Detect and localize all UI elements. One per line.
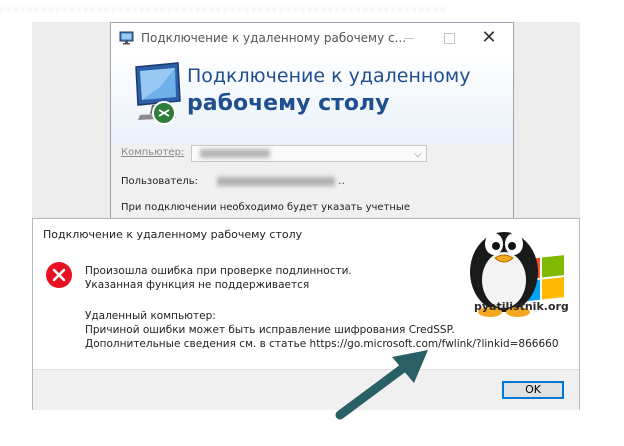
remote-desktop-icon: [119, 31, 134, 45]
credentials-note: При подключении необходимо будет указать…: [121, 202, 410, 213]
maximize-button[interactable]: [429, 23, 469, 53]
cause-line: Причиной ошибки может быть исправление ш…: [85, 324, 455, 336]
error-line-1: Произошла ошибка при проверке подлинност…: [85, 265, 352, 277]
banner-line1: Подключение к удаленному: [187, 65, 471, 87]
close-button[interactable]: ✕: [469, 23, 509, 53]
computer-combobox[interactable]: ⌵: [191, 145, 427, 162]
minimize-icon: [404, 37, 414, 39]
computer-label: Компьютер:: [121, 147, 185, 158]
blurred-background-text: . . . . . . . . . . . . . . . . . . . . …: [0, 0, 445, 13]
dialog-footer: OK: [33, 369, 579, 410]
close-icon: ✕: [481, 27, 497, 48]
computer-value-blurred: [200, 149, 270, 158]
logo-text: pyatilistnik.org: [474, 300, 569, 313]
error-dialog-title: Подключение к удаленному рабочему столу: [43, 228, 303, 241]
remote-computer-line: Удаленный компьютер:: [85, 310, 216, 322]
details-link-line: Дополнительные сведения см. в статье htt…: [85, 338, 559, 350]
user-value-suffix: ..: [338, 174, 345, 187]
pointer-arrow-icon: [335, 350, 428, 420]
rdp-window-title: Подключение к удаленному рабочему с...: [141, 31, 407, 45]
chevron-down-icon: ⌵: [413, 147, 422, 160]
ok-button[interactable]: OK: [502, 381, 564, 399]
error-line-2: Указанная функция не поддерживается: [85, 279, 310, 291]
maximize-icon: [443, 32, 455, 44]
rdp-banner: Подключение к удаленному рабочему столу: [111, 53, 513, 145]
minimize-button[interactable]: [389, 23, 429, 53]
remote-desktop-monitor-icon: [135, 62, 181, 125]
error-x-icon: [46, 262, 72, 288]
banner-line2: рабочему столу: [187, 91, 390, 116]
rdp-titlebar: Подключение к удаленному рабочему с... ✕: [111, 23, 513, 53]
rdp-client-window: Подключение к удаленному рабочему с... ✕…: [110, 22, 514, 230]
user-value-blurred: [217, 177, 335, 186]
user-label: Пользователь:: [121, 176, 199, 187]
